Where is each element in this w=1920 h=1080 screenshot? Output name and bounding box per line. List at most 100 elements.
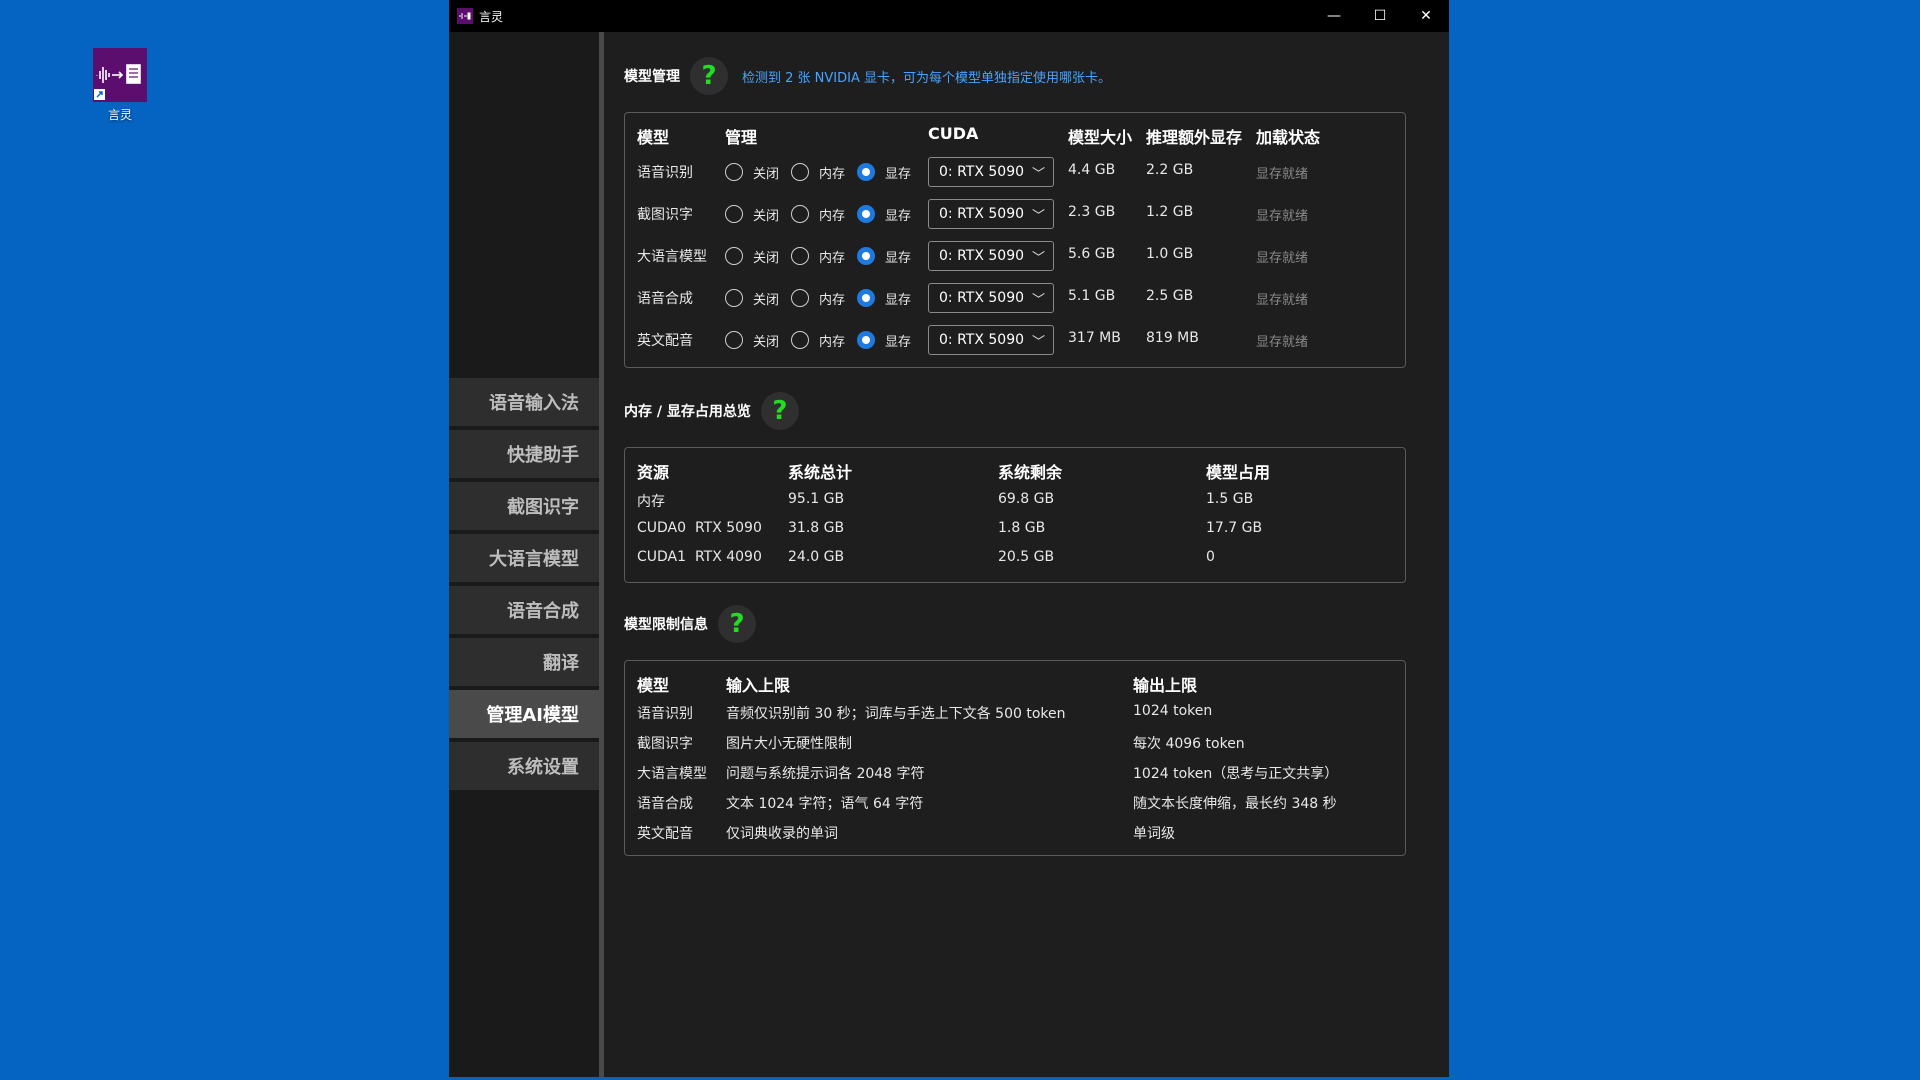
output-limit: 单词级 bbox=[1133, 826, 1175, 842]
radio-memory[interactable] bbox=[791, 247, 809, 265]
sidebar-item-settings[interactable]: 系统设置 bbox=[449, 742, 599, 790]
model-name: 语音识别 bbox=[637, 706, 693, 722]
app-shortcut-icon bbox=[93, 48, 147, 102]
free-value: 69.8 GB bbox=[998, 491, 1055, 507]
model-name: 语音识别 bbox=[637, 165, 693, 181]
gpu-detect-hint: 检测到 2 张 NVIDIA 显卡，可为每个模型单独指定使用哪张卡。 bbox=[742, 70, 1111, 86]
input-limit: 音频仅识别前 30 秒；词库与手选上下文各 500 token bbox=[726, 706, 1066, 722]
model-name: 截图识字 bbox=[637, 736, 693, 752]
chevron-down-icon: ﹀ bbox=[1031, 209, 1045, 224]
free-value: 1.8 GB bbox=[998, 520, 1046, 536]
input-limit: 文本 1024 字符；语气 64 字符 bbox=[726, 796, 924, 812]
sidebar-item-quick-assistant[interactable]: 快捷助手 bbox=[449, 430, 599, 478]
radio-off-label: 关闭 bbox=[753, 335, 780, 350]
window-title: 言灵 bbox=[479, 9, 504, 24]
minimize-button[interactable]: — bbox=[1311, 0, 1357, 32]
used-value: 17.7 GB bbox=[1206, 520, 1263, 536]
output-limit: 每次 4096 token bbox=[1133, 736, 1245, 752]
usage-section-title: 内存 / 显存占用总览 bbox=[624, 404, 751, 420]
radio-off[interactable] bbox=[725, 331, 743, 349]
usage-section-header: 内存 / 显存占用总览 ? bbox=[624, 392, 799, 430]
title-bar[interactable]: 言灵 — ☐ ✕ bbox=[449, 0, 1449, 32]
load-status: 显存就绪 bbox=[1256, 293, 1309, 308]
col-header-cuda: CUDA bbox=[928, 124, 979, 143]
main-content: 模型管理 ? 检测到 2 张 NVIDIA 显卡，可为每个模型单独指定使用哪张卡… bbox=[604, 32, 1449, 1077]
radio-vram[interactable] bbox=[857, 205, 875, 223]
radio-memory[interactable] bbox=[791, 163, 809, 181]
cuda-device-value: 0: RTX 5090 bbox=[939, 164, 1025, 180]
used-value: 1.5 GB bbox=[1206, 491, 1254, 507]
model-name: 语音合成 bbox=[637, 796, 693, 812]
desktop-app-shortcut[interactable]: 言灵 bbox=[84, 48, 156, 123]
col-header-total: 系统总计 bbox=[788, 463, 853, 482]
input-limit: 仅词典收录的单词 bbox=[726, 826, 838, 842]
radio-memory[interactable] bbox=[791, 289, 809, 307]
radio-memory-label: 内存 bbox=[819, 251, 846, 266]
help-icon[interactable]: ? bbox=[690, 57, 728, 95]
maximize-button[interactable]: ☐ bbox=[1357, 0, 1403, 32]
radio-memory-label: 内存 bbox=[819, 293, 846, 308]
sidebar-item-tts[interactable]: 语音合成 bbox=[449, 586, 599, 634]
free-value: 20.5 GB bbox=[998, 549, 1055, 565]
resource-name: CUDA1 RTX 4090 bbox=[637, 549, 762, 565]
sidebar-item-translate[interactable]: 翻译 bbox=[449, 638, 599, 686]
radio-vram[interactable] bbox=[857, 247, 875, 265]
radio-off[interactable] bbox=[725, 205, 743, 223]
models-section-title: 模型管理 bbox=[624, 69, 680, 85]
radio-vram-label: 显存 bbox=[885, 293, 912, 308]
resource-name: CUDA0 RTX 5090 bbox=[637, 520, 762, 536]
col-header-size: 模型大小 bbox=[1068, 128, 1133, 147]
close-button[interactable]: ✕ bbox=[1403, 0, 1449, 32]
radio-off-label: 关闭 bbox=[753, 251, 780, 266]
models-section-header: 模型管理 ? 检测到 2 张 NVIDIA 显卡，可为每个模型单独指定使用哪张卡… bbox=[624, 57, 1111, 95]
radio-off[interactable] bbox=[725, 247, 743, 265]
cuda-device-select[interactable]: 0: RTX 5090 ﹀ bbox=[928, 199, 1054, 229]
help-icon[interactable]: ? bbox=[760, 392, 799, 430]
radio-vram-label: 显存 bbox=[885, 251, 912, 266]
load-status: 显存就绪 bbox=[1256, 209, 1309, 224]
cuda-device-select[interactable]: 0: RTX 5090 ﹀ bbox=[928, 241, 1054, 271]
output-limit: 随文本长度伸缩，最长约 348 秒 bbox=[1133, 796, 1337, 812]
cuda-device-select[interactable]: 0: RTX 5090 ﹀ bbox=[928, 157, 1054, 187]
extra-vram: 2.2 GB bbox=[1146, 162, 1194, 178]
radio-vram-label: 显存 bbox=[885, 209, 912, 224]
radio-memory[interactable] bbox=[791, 205, 809, 223]
col-header-resource: 资源 bbox=[637, 463, 670, 482]
total-value: 31.8 GB bbox=[788, 520, 845, 536]
limits-table: 模型 输入上限 输出上限 语音识别 音频仅识别前 30 秒；词库与手选上下文各 … bbox=[624, 660, 1406, 856]
radio-memory[interactable] bbox=[791, 331, 809, 349]
sidebar-item-llm[interactable]: 大语言模型 bbox=[449, 534, 599, 582]
radio-vram[interactable] bbox=[857, 163, 875, 181]
cuda-device-value: 0: RTX 5090 bbox=[939, 290, 1025, 306]
output-limit: 1024 token（思考与正文共享） bbox=[1133, 766, 1339, 782]
radio-vram-label: 显存 bbox=[885, 167, 912, 182]
usage-table: 资源 系统总计 系统剩余 模型占用 内存 95.1 GB 69.8 GB 1.5… bbox=[624, 447, 1406, 583]
total-value: 95.1 GB bbox=[788, 491, 845, 507]
sidebar: 语音输入法 快捷助手 截图识字 大语言模型 语音合成 翻译 管理AI模型 系统设… bbox=[449, 32, 599, 1077]
model-size: 5.6 GB bbox=[1068, 246, 1116, 262]
help-icon[interactable]: ? bbox=[718, 605, 756, 643]
cuda-device-select[interactable]: 0: RTX 5090 ﹀ bbox=[928, 325, 1054, 355]
radio-off[interactable] bbox=[725, 163, 743, 181]
sidebar-item-screenshot-ocr[interactable]: 截图识字 bbox=[449, 482, 599, 530]
sidebar-item-voice-input[interactable]: 语音输入法 bbox=[449, 378, 599, 426]
cuda-device-value: 0: RTX 5090 bbox=[939, 332, 1025, 348]
sidebar-item-manage-models[interactable]: 管理AI模型 bbox=[449, 690, 599, 738]
radio-vram-label: 显存 bbox=[885, 335, 912, 350]
cuda-device-select[interactable]: 0: RTX 5090 ﹀ bbox=[928, 283, 1054, 313]
radio-off-label: 关闭 bbox=[753, 209, 780, 224]
radio-off-label: 关闭 bbox=[753, 167, 780, 182]
model-name: 语音合成 bbox=[637, 291, 693, 307]
cuda-device-value: 0: RTX 5090 bbox=[939, 248, 1025, 264]
radio-vram[interactable] bbox=[857, 331, 875, 349]
model-name: 英文配音 bbox=[637, 333, 693, 349]
radio-vram[interactable] bbox=[857, 289, 875, 307]
radio-off[interactable] bbox=[725, 289, 743, 307]
chevron-down-icon: ﹀ bbox=[1031, 167, 1045, 182]
chevron-down-icon: ﹀ bbox=[1031, 335, 1045, 350]
chevron-down-icon: ﹀ bbox=[1031, 251, 1045, 266]
used-value: 0 bbox=[1206, 549, 1215, 565]
model-name: 大语言模型 bbox=[637, 766, 707, 782]
resource-name: 内存 bbox=[637, 494, 665, 510]
load-status: 显存就绪 bbox=[1256, 251, 1309, 266]
